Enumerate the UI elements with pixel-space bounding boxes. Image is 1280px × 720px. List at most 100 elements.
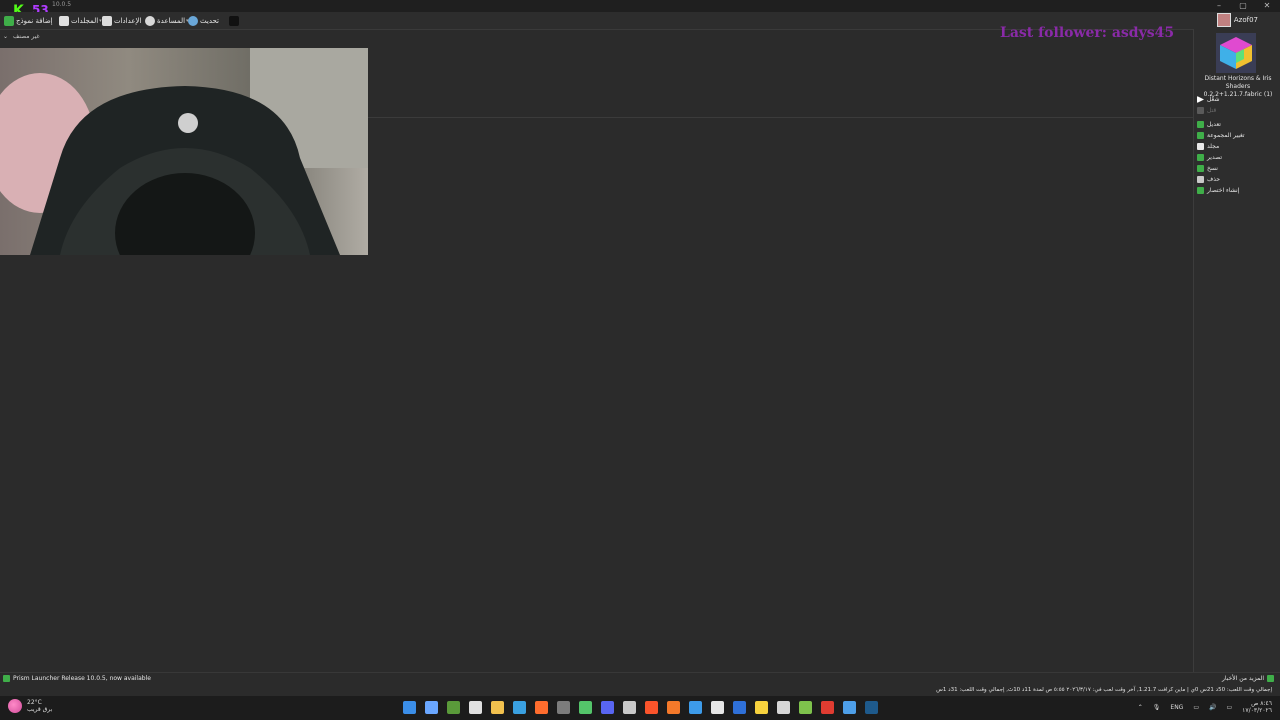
launch-label: شغّل	[1207, 96, 1220, 103]
taskbar	[0, 696, 1280, 720]
username: Azof07	[1233, 16, 1258, 24]
last-follower-overlay: Last follower: asdys45	[1000, 25, 1175, 41]
news-bar	[0, 672, 1280, 686]
folders-label: المجلدات	[71, 16, 99, 25]
minecraft-launcher-icon[interactable]	[557, 701, 570, 714]
weather-icon	[8, 699, 22, 713]
close-button[interactable]: ✕	[1260, 1, 1274, 11]
news-icon	[3, 675, 10, 682]
group-label: غير مصنف	[13, 33, 40, 40]
photos-icon[interactable]	[843, 701, 856, 714]
app-version: 10.0.5	[52, 1, 72, 8]
blender-icon[interactable]	[667, 701, 680, 714]
copy-label: نسخ	[1207, 165, 1218, 172]
folders-button[interactable]: المجلدات ▾	[59, 14, 102, 27]
change-group-label: تغيير المجموعة	[1207, 132, 1245, 139]
group-header[interactable]: ⌄ غير مصنف	[3, 33, 40, 40]
news-icon	[1267, 675, 1274, 682]
edit-icon	[1197, 121, 1204, 128]
temperature: 22°C	[27, 699, 42, 706]
weather-description: برق قريب	[27, 706, 53, 713]
chevron-down-icon: ⌄	[3, 33, 9, 40]
settings-label: الإعدادات	[114, 16, 142, 25]
create-shortcut-label: إنشاء اختصار	[1207, 187, 1240, 194]
clock-time: ٨:٤٦ ص	[1251, 700, 1272, 707]
cat-button[interactable]	[229, 14, 239, 27]
capcut-icon[interactable]	[469, 701, 482, 714]
acrobat-icon[interactable]	[821, 701, 834, 714]
clock[interactable]: ٨:٤٦ ص ١٧/٠٣/٢٠٢٦	[1242, 700, 1272, 714]
brave-icon[interactable]	[645, 701, 658, 714]
shortcut-icon	[1197, 187, 1204, 194]
add-icon	[4, 15, 14, 26]
sticky-notes-icon[interactable]	[755, 701, 768, 714]
kill-label: قتل	[1207, 107, 1217, 114]
discord-icon[interactable]	[601, 701, 614, 714]
webcam-image	[0, 48, 368, 255]
playtime-status: إجمالي وقت اللعب: 50د 21س 0ي | ماين كراف…	[936, 687, 1272, 693]
battery-icon[interactable]: ▭	[1227, 704, 1233, 711]
settings-icon	[102, 15, 112, 26]
delete-button[interactable]: حذف	[1197, 176, 1220, 183]
account-button[interactable]: Azof07	[1216, 13, 1258, 27]
prism-icon[interactable]	[579, 701, 592, 714]
instance-icon[interactable]	[1216, 33, 1256, 73]
avatar	[1216, 13, 1231, 27]
update-label: تحديث	[200, 16, 219, 25]
launch-button[interactable]: شغّل	[1197, 96, 1219, 103]
clock-date: ١٧/٠٣/٢٠٢٦	[1242, 707, 1272, 714]
help-button[interactable]: المساعدة ▾	[145, 14, 189, 27]
obs-icon[interactable]	[623, 701, 636, 714]
export-button[interactable]: تصدير	[1197, 154, 1222, 161]
change-group-button[interactable]: تغيير المجموعة	[1197, 132, 1245, 139]
system-tray: ⌃ 🎙 ENG ▭ 🔊 ▭ ٨:٤٦ ص ١٧/٠٣/٢٠٢٦	[1138, 700, 1272, 714]
news-item[interactable]: Prism Launcher Release 10.0.5, now avail…	[3, 675, 151, 682]
capture-icon[interactable]	[777, 701, 790, 714]
more-news-button[interactable]: المزيد من الأخبار	[1222, 675, 1274, 682]
steam-icon[interactable]	[865, 701, 878, 714]
bitwarden-icon[interactable]	[733, 701, 746, 714]
group-icon	[1197, 132, 1204, 139]
language-indicator[interactable]: ENG	[1170, 704, 1183, 711]
folder-icon	[1197, 143, 1204, 150]
create-shortcut-button[interactable]: إنشاء اختصار	[1197, 187, 1239, 194]
file-explorer-icon[interactable]	[491, 701, 504, 714]
settings-button[interactable]: الإعدادات	[102, 14, 141, 27]
copy-button[interactable]: نسخ	[1197, 165, 1218, 172]
title-bar	[0, 0, 1280, 12]
webcam-overlay	[0, 48, 368, 255]
add-instance-label: إضافة نموذج	[16, 16, 53, 25]
export-label: تصدير	[1207, 154, 1223, 161]
task-view-icon[interactable]	[425, 701, 438, 714]
news-text: Prism Launcher Release 10.0.5, now avail…	[13, 675, 151, 682]
trash-icon	[1197, 176, 1204, 183]
cloud-icon	[188, 15, 198, 26]
folder-button[interactable]: مجلد	[1197, 143, 1219, 150]
kill-icon	[1197, 107, 1204, 114]
delete-label: حذف	[1207, 176, 1221, 183]
minimize-button[interactable]: –	[1212, 1, 1226, 11]
folder-label: مجلد	[1207, 143, 1220, 150]
play-icon	[1197, 96, 1204, 103]
folder-icon	[59, 15, 69, 26]
edit-button[interactable]: تعديل	[1197, 121, 1221, 128]
network-icon[interactable]: ▭	[1193, 704, 1199, 711]
more-news-label: المزيد من الأخبار	[1221, 675, 1264, 682]
add-instance-button[interactable]: إضافة نموذج	[4, 14, 53, 27]
weather-widget[interactable]: 22°C برق قريب	[8, 699, 52, 713]
copy-icon	[1197, 165, 1204, 172]
volume-icon[interactable]: 🔊	[1209, 704, 1216, 711]
app-green-icon[interactable]	[799, 701, 812, 714]
microphone-icon[interactable]: 🎙	[1153, 704, 1161, 711]
edge-icon[interactable]	[513, 701, 526, 714]
vscode-icon[interactable]	[689, 701, 702, 714]
minecraft-icon[interactable]	[447, 701, 460, 714]
help-icon	[145, 15, 155, 26]
start-icon[interactable]	[403, 701, 416, 714]
update-button[interactable]: تحديث	[188, 14, 219, 27]
export-icon	[1197, 154, 1204, 161]
firefox-icon[interactable]	[535, 701, 548, 714]
tray-chevron-icon[interactable]: ⌃	[1138, 704, 1143, 711]
calculator-icon[interactable]	[711, 701, 724, 714]
maximize-button[interactable]: ▢	[1236, 1, 1250, 11]
